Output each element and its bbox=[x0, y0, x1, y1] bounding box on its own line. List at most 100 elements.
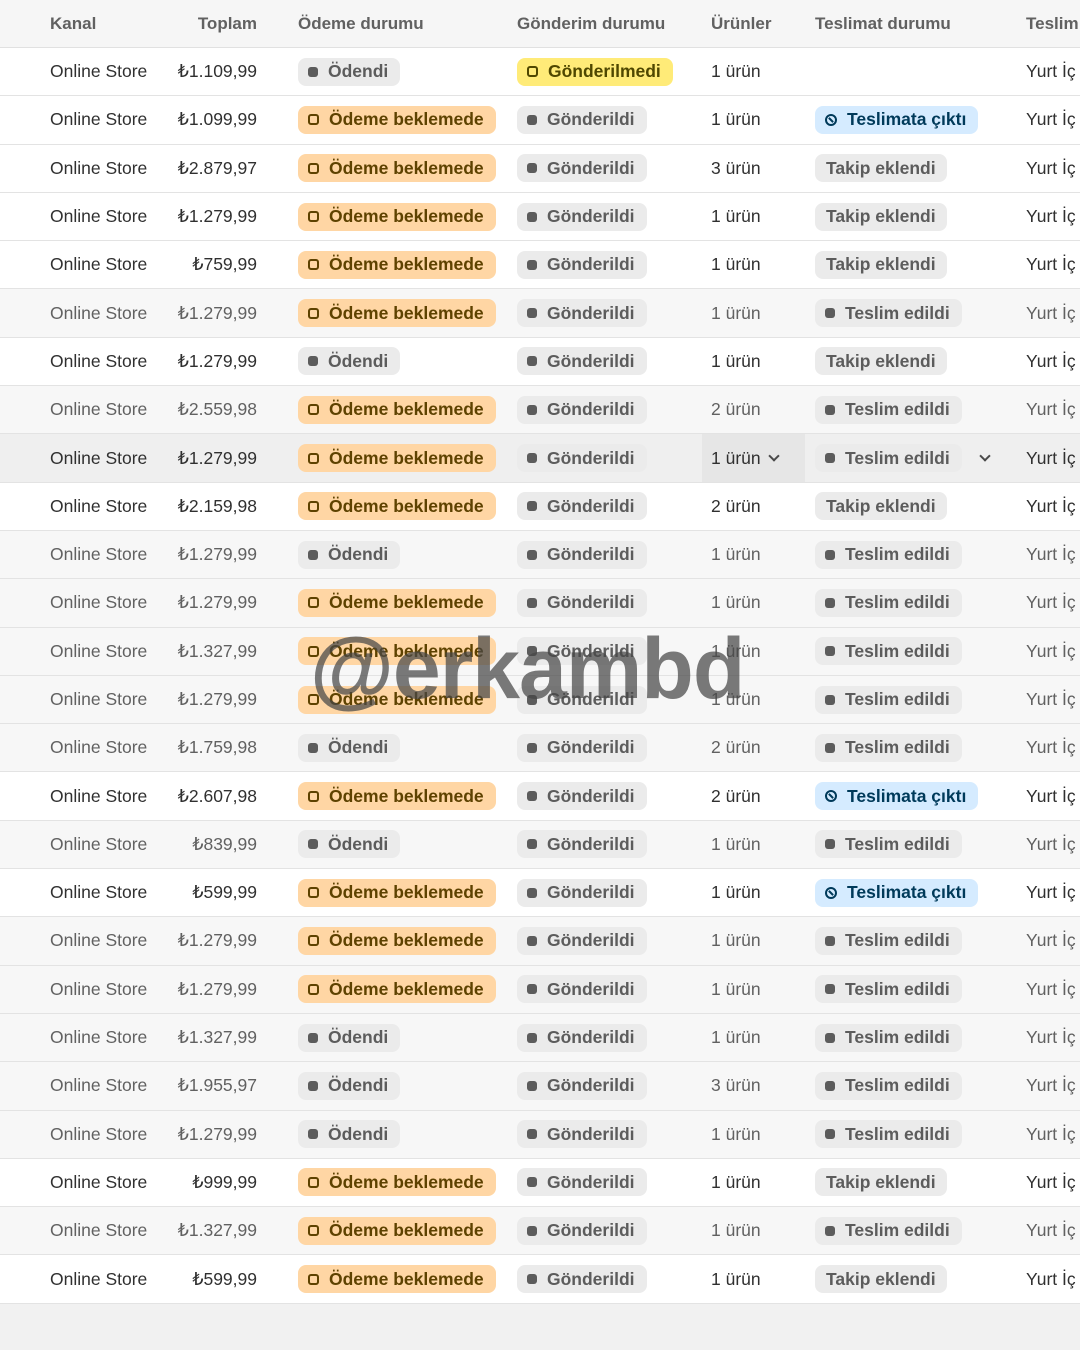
table-row[interactable]: Online Store ₺1.279,99 Ödeme beklemede G… bbox=[0, 434, 1080, 483]
payment-status-label: Ödendi bbox=[328, 1075, 389, 1096]
table-row[interactable]: Online Store ₺1.279,99 Ödeme beklemede G… bbox=[0, 289, 1080, 338]
table-row[interactable]: Online Store ₺759,99 Ödeme beklemede Gön… bbox=[0, 241, 1080, 290]
items-cell[interactable]: 1 ürün bbox=[702, 1111, 805, 1158]
table-row[interactable]: Online Store ₺1.279,99 Ödeme beklemede G… bbox=[0, 579, 1080, 628]
items-cell[interactable]: 1 ürün bbox=[702, 869, 805, 916]
delivery-status-label: Teslim edildi bbox=[845, 689, 950, 709]
delivery-status-badge: Teslimata çıktı bbox=[815, 105, 979, 134]
table-row[interactable]: Online Store ₺2.159,98 Ödeme beklemede G… bbox=[0, 483, 1080, 531]
items-cell[interactable]: 1 ürün bbox=[702, 531, 805, 578]
table-row[interactable]: Online Store ₺1.327,99 Ödeme beklemede G… bbox=[0, 627, 1080, 676]
delivery-status-badge: Teslim edildi bbox=[815, 975, 962, 1004]
items-cell[interactable]: 1 ürün bbox=[702, 1255, 805, 1302]
channel-cell: Online Store bbox=[50, 61, 148, 82]
table-row[interactable]: Online Store ₺1.279,99 Ödeme beklemede G… bbox=[0, 675, 1080, 725]
shipment-status-label: Gönderildi bbox=[547, 1027, 635, 1048]
items-cell[interactable]: 1 ürün bbox=[702, 1159, 805, 1206]
items-cell[interactable]: 1 ürün bbox=[702, 821, 805, 868]
pending-circle-icon bbox=[308, 307, 319, 319]
items-cell[interactable]: 1 ürün bbox=[702, 96, 805, 143]
delivery-method-cell: Yurt İç bbox=[1026, 350, 1076, 371]
items-cell[interactable]: 2 ürün bbox=[702, 724, 805, 771]
items-cell[interactable]: 1 ürün bbox=[702, 193, 805, 240]
items-cell[interactable]: 1 ürün bbox=[702, 628, 805, 675]
items-cell[interactable]: 1 ürün bbox=[702, 1207, 805, 1254]
items-cell[interactable]: 1 ürün bbox=[702, 48, 805, 95]
items-cell[interactable]: 1 ürün bbox=[702, 241, 805, 288]
delivery-status-badge: Takip eklendi bbox=[815, 347, 947, 376]
shipment-status-label: Gönderildi bbox=[547, 109, 635, 130]
delivery-status-label: Takip eklendi bbox=[826, 206, 936, 227]
column-header-channel[interactable]: Kanal bbox=[50, 0, 96, 47]
column-header-shipment[interactable]: Gönderim durumu bbox=[517, 0, 665, 47]
items-count: 2 ürün bbox=[711, 737, 761, 758]
status-dot-icon bbox=[825, 984, 835, 995]
table-row[interactable]: Online Store ₺599,99 Ödeme beklemede Gön… bbox=[0, 1255, 1080, 1304]
total-cell: ₺1.279,99 bbox=[177, 689, 257, 709]
table-row[interactable]: Online Store ₺1.109,99 Ödendi Gönderilme… bbox=[0, 48, 1080, 97]
table-row[interactable]: Online Store ₺1.279,99 Ödendi Gönderildi… bbox=[0, 1110, 1080, 1159]
table-row[interactable]: Online Store ₺1.279,99 Ödendi Gönderildi… bbox=[0, 530, 1080, 580]
payment-status-label: Ödendi bbox=[328, 1123, 389, 1144]
table-row[interactable]: Online Store ₺2.559,98 Ödeme beklemede G… bbox=[0, 386, 1080, 435]
delivery-dropdown[interactable] bbox=[972, 434, 991, 481]
delivery-status-badge: Takip eklendi bbox=[815, 1265, 947, 1294]
column-header-total[interactable]: Toplam bbox=[160, 0, 257, 47]
table-row[interactable]: Online Store ₺1.279,99 Ödendi Gönderildi… bbox=[0, 338, 1080, 387]
items-cell[interactable]: 3 ürün bbox=[702, 145, 805, 192]
column-header-delivery[interactable]: Teslimat durumu bbox=[815, 0, 951, 47]
shipment-status-cell: Gönderildi bbox=[517, 917, 647, 964]
delivery-status-label: Takip eklendi bbox=[826, 254, 936, 275]
table-row[interactable]: Online Store ₺599,99 Ödeme beklemede Gön… bbox=[0, 869, 1080, 918]
delivery-method-cell: Yurt İç bbox=[1026, 447, 1076, 468]
column-header-items[interactable]: Ürünler bbox=[702, 0, 805, 47]
delivery-status-label: Teslim edildi bbox=[845, 978, 950, 999]
table-row[interactable]: Online Store ₺999,99 Ödeme beklemede Gön… bbox=[0, 1159, 1080, 1208]
items-cell[interactable]: 1 ürün bbox=[702, 1014, 805, 1061]
shipment-status-cell: Gönderildi bbox=[517, 676, 647, 723]
chevron-down-icon[interactable] bbox=[767, 449, 780, 462]
shipment-status-label: Gönderildi bbox=[547, 785, 635, 806]
payment-status-cell: Ödeme beklemede bbox=[298, 289, 496, 336]
items-cell[interactable]: 2 ürün bbox=[702, 772, 805, 819]
items-cell[interactable]: 1 ürün bbox=[702, 579, 805, 626]
status-dot-icon bbox=[825, 839, 835, 850]
table-row[interactable]: Online Store ₺1.279,99 Ödeme beklemede G… bbox=[0, 917, 1080, 966]
items-cell[interactable]: 1 ürün bbox=[702, 966, 805, 1013]
table-row[interactable]: Online Store ₺1.955,97 Ödendi Gönderildi… bbox=[0, 1062, 1080, 1111]
channel-cell: Online Store bbox=[50, 737, 148, 758]
items-cell[interactable]: 2 ürün bbox=[702, 386, 805, 433]
table-row[interactable]: Online Store ₺2.879,97 Ödeme beklemede G… bbox=[0, 145, 1080, 193]
items-cell[interactable]: 1 ürün bbox=[702, 338, 805, 385]
shipment-status-cell: Gönderildi bbox=[517, 145, 647, 192]
table-row[interactable]: Online Store ₺1.099,99 Ödeme beklemede G… bbox=[0, 96, 1080, 145]
shipment-status-badge: Gönderildi bbox=[517, 588, 647, 617]
items-cell[interactable]: 1 ürün bbox=[702, 434, 805, 482]
table-row[interactable]: Online Store ₺2.607,98 Ödeme beklemede G… bbox=[0, 772, 1080, 821]
delivery-status-badge: Takip eklendi bbox=[815, 250, 947, 279]
status-dot-icon bbox=[825, 742, 835, 753]
table-row[interactable]: Online Store ₺1.759,98 Ödendi Gönderildi… bbox=[0, 724, 1080, 773]
shipment-status-badge: Gönderildi bbox=[517, 395, 647, 424]
payment-status-badge: Ödendi bbox=[298, 1071, 401, 1100]
items-cell[interactable]: 1 ürün bbox=[702, 289, 805, 336]
items-cell[interactable]: 1 ürün bbox=[702, 676, 805, 723]
items-cell[interactable]: 1 ürün bbox=[702, 917, 805, 964]
table-row[interactable]: Online Store ₺1.279,99 Ödeme beklemede G… bbox=[0, 965, 1080, 1014]
delivery-method-cell: Yurt İç bbox=[1026, 882, 1076, 903]
payment-status-label: Ödeme beklemede bbox=[329, 978, 484, 999]
column-header-payment[interactable]: Ödeme durumu bbox=[298, 0, 424, 47]
chevron-down-icon[interactable] bbox=[979, 449, 991, 462]
table-row[interactable]: Online Store ₺839,99 Ödendi Gönderildi 1… bbox=[0, 820, 1080, 870]
items-cell[interactable]: 2 ürün bbox=[702, 483, 805, 530]
table-row[interactable]: Online Store ₺1.327,99 Ödendi Gönderildi… bbox=[0, 1013, 1080, 1063]
shipment-status-label: Gönderildi bbox=[547, 544, 635, 565]
channel-cell: Online Store bbox=[50, 1075, 148, 1096]
table-row[interactable]: Online Store ₺1.279,99 Ödeme beklemede G… bbox=[0, 193, 1080, 242]
items-cell[interactable]: 3 ürün bbox=[702, 1062, 805, 1109]
shipment-status-cell: Gönderildi bbox=[517, 483, 647, 530]
column-header-delivery-method[interactable]: Teslim bbox=[1026, 0, 1080, 47]
channel-cell: Online Store bbox=[50, 978, 148, 999]
unfulfilled-circle-icon bbox=[527, 66, 538, 78]
table-row[interactable]: Online Store ₺1.327,99 Ödeme beklemede G… bbox=[0, 1207, 1080, 1256]
